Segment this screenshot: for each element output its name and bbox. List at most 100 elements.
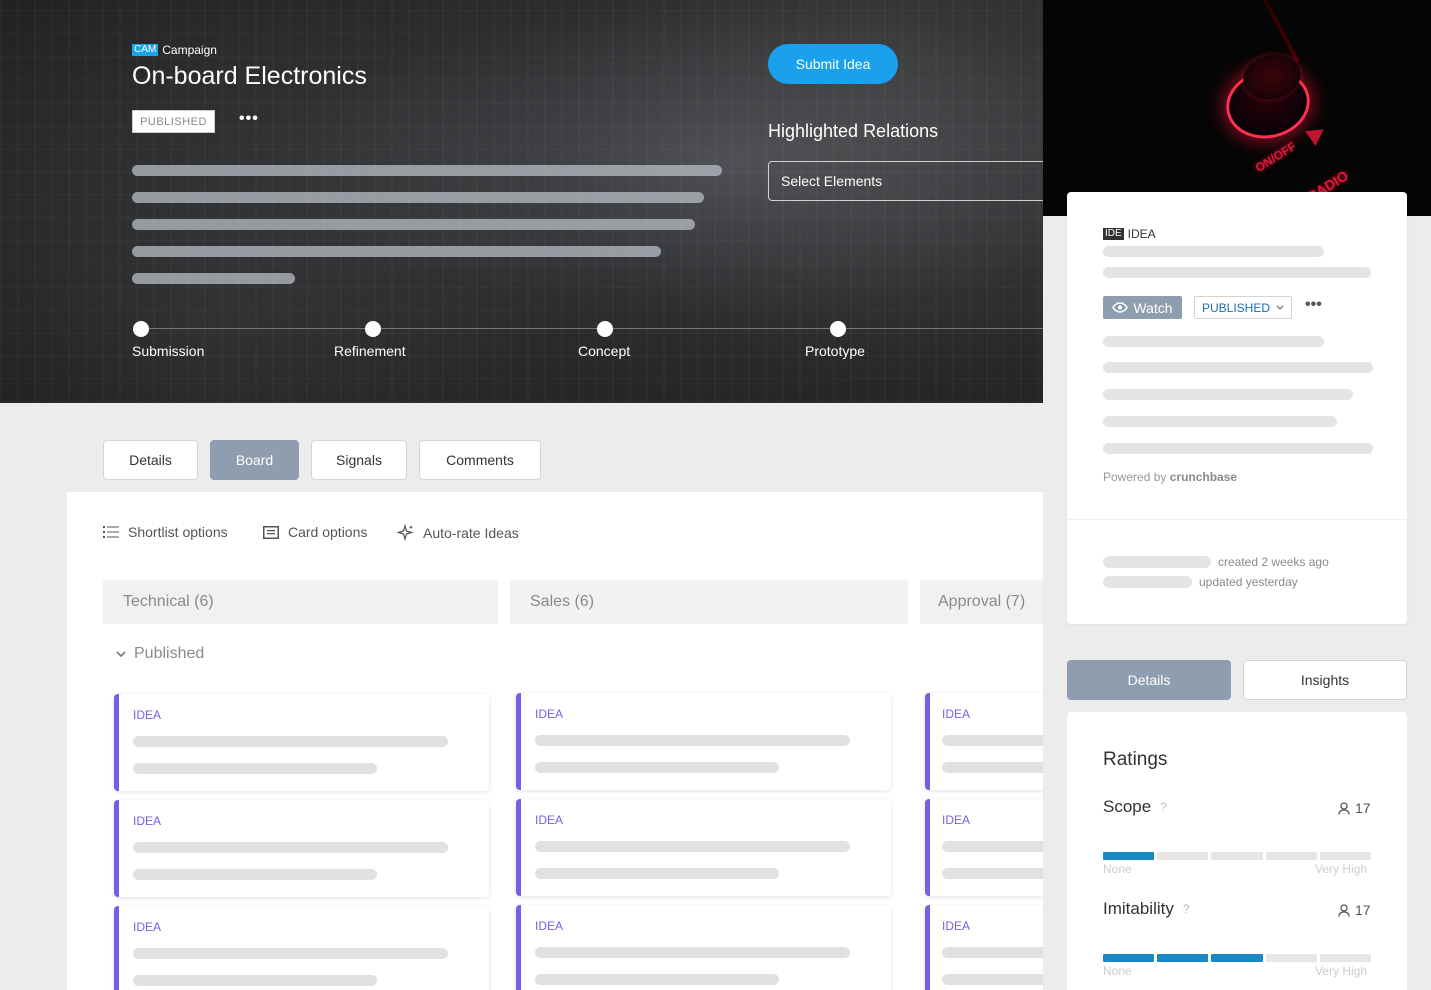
app-root: CAM Campaign On-board Electronics PUBLIS… — [0, 0, 1431, 990]
list-icon — [103, 526, 119, 538]
idea-card-skeleton — [535, 868, 779, 879]
scale-low-label: None — [1103, 964, 1132, 978]
column-header-technical[interactable]: Technical (6) — [103, 580, 498, 624]
idea-card-label: IDEA — [133, 920, 162, 934]
auto-rate-ideas-button[interactable]: Auto-rate Ideas — [397, 524, 519, 541]
image-detail — [1263, 0, 1300, 63]
idea-card-skeleton — [133, 736, 448, 747]
rating-count-value: 17 — [1355, 800, 1371, 816]
tab-signals[interactable]: Signals — [311, 440, 407, 480]
idea-card-label: IDEA — [535, 707, 564, 721]
campaign-more-icon[interactable]: ••• — [239, 110, 259, 128]
user-icon — [1338, 903, 1350, 917]
rating-segment[interactable] — [1103, 954, 1155, 962]
chevron-down-icon — [116, 650, 126, 657]
idea-card-skeleton — [942, 841, 1043, 852]
idea-card[interactable]: IDEA — [516, 905, 891, 990]
select-elements-input[interactable]: Select Elements — [768, 161, 1043, 201]
phase-dot[interactable] — [133, 321, 149, 337]
phase-label-submission[interactable]: Submission — [132, 343, 204, 359]
idea-card-skeleton — [133, 948, 448, 959]
idea-card-skeleton — [535, 841, 850, 852]
idea-card-skeleton — [133, 763, 377, 774]
idea-card-skeleton — [942, 868, 1043, 879]
idea-description-skeleton — [1103, 336, 1324, 347]
idea-card[interactable]: IDEA — [516, 693, 891, 790]
idea-card-skeleton — [535, 762, 779, 773]
rating-segment[interactable] — [1265, 852, 1317, 860]
column-header-approval[interactable]: Approval (7) — [920, 580, 1043, 624]
column-header-sales[interactable]: Sales (6) — [510, 580, 908, 624]
creator-skeleton — [1103, 556, 1211, 568]
watch-label: Watch — [1133, 299, 1173, 316]
phase-dot[interactable] — [365, 321, 381, 337]
crunchbase-logo[interactable]: crunchbase — [1170, 470, 1237, 484]
phase-dot[interactable] — [597, 321, 613, 337]
idea-card[interactable]: IDEA — [516, 799, 891, 896]
idea-status-dropdown[interactable]: PUBLISHED — [1194, 296, 1292, 319]
group-toggle-published[interactable]: Published — [116, 645, 204, 663]
idea-card[interactable]: IDEA — [114, 694, 489, 791]
rating-segment[interactable] — [1211, 852, 1263, 860]
rating-segment[interactable] — [1319, 852, 1372, 860]
rating-count: 17 — [1338, 902, 1371, 918]
powered-by: Powered by crunchbase — [1103, 470, 1237, 484]
idea-description-skeleton — [1103, 389, 1353, 400]
rating-segment[interactable] — [1103, 852, 1155, 860]
idea-card[interactable]: IDEA — [925, 693, 1043, 790]
phase-label-concept[interactable]: Concept — [578, 343, 630, 359]
rating-count-value: 17 — [1355, 902, 1371, 918]
rating-segment[interactable] — [1265, 954, 1317, 962]
phase-dot[interactable] — [830, 321, 846, 337]
idea-cover-image: ON/OFF RADIO — [1043, 0, 1431, 216]
created-date: created 2 weeks ago — [1218, 555, 1329, 569]
description-skeleton-line — [132, 219, 695, 230]
idea-type-label: IDEA — [1127, 227, 1156, 241]
eye-icon — [1112, 302, 1129, 313]
idea-card[interactable]: IDEA — [114, 800, 489, 897]
criterion-name: Scope — [1103, 797, 1152, 816]
shortlist-options-button[interactable]: Shortlist options — [103, 524, 228, 540]
idea-card-label: IDEA — [133, 708, 162, 722]
image-onoff-text: ON/OFF — [1252, 139, 1299, 175]
idea-card-skeleton — [535, 974, 779, 985]
idea-card-skeleton — [535, 735, 850, 746]
rating-bar-imitability[interactable] — [1103, 954, 1372, 962]
phase-label-refinement[interactable]: Refinement — [334, 343, 406, 359]
rating-segment[interactable] — [1157, 852, 1209, 860]
idea-card-skeleton — [942, 974, 1043, 985]
tab-idea-insights[interactable]: Insights — [1243, 660, 1407, 700]
updater-skeleton — [1103, 576, 1192, 588]
tab-comments[interactable]: Comments — [419, 440, 541, 480]
campaign-hero: CAM Campaign On-board Electronics PUBLIS… — [0, 0, 1043, 403]
help-icon[interactable]: ? — [1183, 902, 1190, 916]
description-skeleton-line — [132, 246, 661, 257]
idea-card-skeleton — [133, 975, 377, 986]
idea-card[interactable]: IDEA — [925, 799, 1043, 896]
rating-segment[interactable] — [1157, 954, 1209, 962]
criterion-name: Imitability — [1103, 899, 1174, 918]
divider — [1067, 519, 1407, 520]
triangle-icon — [1305, 122, 1329, 146]
tab-idea-details[interactable]: Details — [1067, 660, 1231, 700]
rating-bar-scope[interactable] — [1103, 852, 1372, 860]
idea-tag: IDE — [1103, 228, 1124, 240]
phase-label-prototype[interactable]: Prototype — [805, 343, 865, 359]
rating-segment[interactable] — [1319, 954, 1372, 962]
rating-segment[interactable] — [1211, 954, 1263, 962]
card-options-button[interactable]: Card options — [263, 524, 367, 540]
idea-title-skeleton — [1103, 246, 1324, 257]
idea-card-skeleton — [942, 735, 1043, 746]
idea-more-icon[interactable]: ••• — [1305, 296, 1322, 314]
description-skeleton-line — [132, 192, 704, 203]
idea-card-label: IDEA — [942, 919, 971, 933]
idea-card[interactable]: IDEA — [925, 905, 1043, 990]
tab-details[interactable]: Details — [103, 440, 198, 480]
auto-rate-ideas-label: Auto-rate Ideas — [423, 524, 519, 541]
idea-card[interactable]: IDEA — [114, 906, 489, 990]
help-icon[interactable]: ? — [1160, 800, 1167, 814]
tab-board[interactable]: Board — [210, 440, 299, 480]
group-label: Published — [134, 645, 205, 662]
watch-button[interactable]: Watch — [1103, 296, 1182, 319]
submit-idea-button[interactable]: Submit Idea — [768, 44, 898, 84]
